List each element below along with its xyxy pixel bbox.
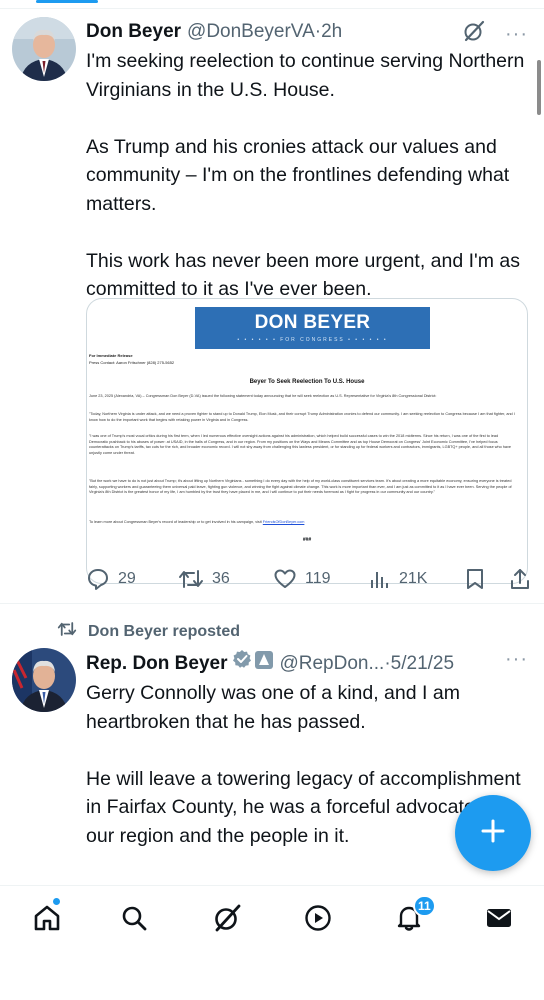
header-actions: ··· (463, 20, 528, 47)
release-label: For Immediate Release (89, 353, 133, 358)
tab-messages[interactable] (483, 904, 515, 936)
tweet-paragraph: As Trump and his cronies attack our valu… (86, 135, 510, 215)
government-affiliation-icon (255, 651, 274, 669)
release-title: Beyer To Seek Reelection To U.S. House (249, 379, 365, 385)
compose-button[interactable] (455, 795, 531, 871)
tweet-paragraph: Gerry Connolly was one of a kind, and I … (86, 682, 460, 733)
more-icon[interactable]: ··· (505, 24, 528, 44)
tweet-paragraph: I'm seeking reelection to continue servi… (86, 50, 525, 101)
search-icon (120, 904, 148, 937)
tweet-header: Don Beyer @DonBeyerVA · 2h (86, 20, 528, 44)
notifications-badge: 11 (413, 895, 436, 917)
reply-count: 29 (118, 570, 136, 587)
like-icon (273, 567, 297, 591)
bookmark-icon (465, 567, 485, 591)
release-end-mark: ### (302, 537, 312, 543)
author-handle[interactable]: @RepDon... (279, 652, 384, 676)
tweet-divider (0, 603, 544, 604)
reply-icon (86, 567, 110, 591)
release-link[interactable]: FriendsOfDonBeyer.com (263, 520, 305, 524)
more-icon[interactable]: ··· (505, 649, 528, 669)
media-press-release[interactable]: DON BEYER • • • • • • FOR CONGRESS • • •… (86, 298, 528, 584)
tweet-body: Don Beyer @DonBeyerVA · 2h ··· I'm seeki… (86, 20, 528, 604)
like-count: 119 (305, 570, 331, 587)
release-paragraph: To learn more about Congressman Beyer's … (89, 520, 517, 526)
avatar[interactable] (12, 17, 76, 81)
reply-button[interactable]: 29 (86, 567, 136, 591)
release-paragraph: June 23, 2025 (Alexandria, VA) – Congres… (89, 394, 437, 398)
tweet-paragraph: This work has never been more urgent, an… (86, 249, 521, 301)
campaign-banner: DON BEYER • • • • • • FOR CONGRESS • • •… (195, 307, 430, 349)
timestamp[interactable]: 5/21/25 (391, 652, 454, 676)
share-icon (509, 567, 531, 591)
home-icon (32, 903, 62, 938)
release-paragraph: "I was one of Trump's most vocal critics… (89, 434, 511, 455)
press-contact: Press Contact: Aaron Fritschner (828) 27… (89, 360, 175, 365)
tab-home[interactable] (31, 904, 63, 936)
home-unread-dot (53, 898, 60, 905)
banner-subtitle: • • • • • • FOR CONGRESS • • • • • • (237, 337, 388, 343)
share-button[interactable] (509, 567, 531, 591)
author-name[interactable]: Don Beyer (86, 20, 181, 44)
author-handle[interactable]: @DonBeyerVA (187, 20, 315, 44)
repost-icon (178, 567, 204, 591)
compose-icon (480, 818, 506, 849)
views-count: 21K (399, 570, 428, 587)
release-paragraph: "Today, Northern Virginia is under attac… (89, 412, 515, 422)
release-closing-text: To learn more about Congressman Beyer's … (89, 520, 263, 524)
video-icon (303, 903, 333, 938)
tweet-1[interactable]: Don Beyer @DonBeyerVA · 2h ··· I'm seeki… (0, 0, 544, 604)
views-icon (369, 567, 391, 591)
grok-icon (212, 903, 242, 938)
tweet-header: Rep. Don Beyer @RepDon... · 5/21/25 (86, 649, 528, 676)
tab-grok[interactable] (211, 904, 243, 936)
repost-count: 36 (212, 570, 230, 587)
bookmark-button[interactable] (465, 567, 485, 591)
avatar[interactable] (12, 648, 76, 712)
release-paragraph: "But the work we have to do is not just … (89, 479, 512, 495)
messages-icon (484, 903, 514, 938)
tab-search[interactable] (118, 904, 150, 936)
repost-button[interactable]: 36 (178, 567, 230, 591)
timestamp[interactable]: 2h (321, 20, 342, 44)
views-button[interactable]: 21K (369, 567, 427, 591)
repost-label: Don Beyer reposted (88, 622, 241, 640)
tweet-actions: 29 36 119 21K (0, 567, 544, 591)
banner-title: DON BEYER (254, 312, 371, 333)
verified-badge-icon (232, 649, 252, 676)
tab-video[interactable] (302, 904, 334, 936)
grok-icon[interactable] (463, 20, 485, 47)
tweet-text: I'm seeking reelection to continue servi… (86, 47, 528, 304)
like-button[interactable]: 119 (273, 567, 331, 591)
author-name[interactable]: Rep. Don Beyer (86, 652, 227, 676)
bottom-tab-bar (0, 885, 544, 1000)
header-actions: ··· (505, 649, 528, 669)
